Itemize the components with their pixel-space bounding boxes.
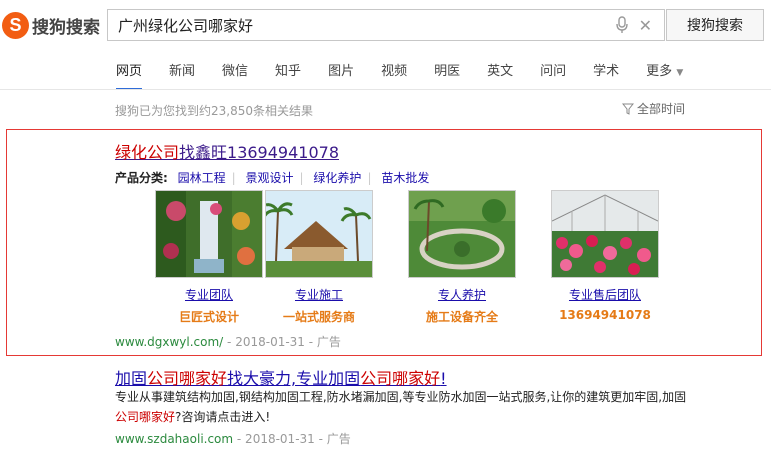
tile-caption: 13694941078	[559, 308, 651, 322]
tab-web[interactable]: 网页	[116, 60, 143, 90]
ad-url[interactable]: www.dgxwyl.com/	[115, 335, 223, 349]
ad-title-highlight: 绿化公司	[115, 143, 180, 162]
divider: |	[299, 171, 304, 185]
tab-images[interactable]: 图片	[328, 60, 354, 79]
image-tile[interactable]: 专业施工 一站式服务商	[265, 190, 373, 324]
title-part: 找大豪力,专业加固	[227, 369, 361, 388]
ad-url-line: www.dgxwyl.com/ - 2018-01-31 - 广告	[115, 333, 341, 350]
category-row: 产品分类: 园林工程 | 景观设计 | 绿化养护 | 苗木批发	[115, 169, 435, 186]
filter-icon	[622, 103, 634, 115]
category-link[interactable]: 绿化养护	[313, 171, 361, 185]
greenhouse-flowers-image[interactable]	[551, 190, 659, 278]
result2-ad-label: 广告	[326, 432, 351, 446]
divider: |	[231, 171, 236, 185]
caret-down-icon: ▼	[676, 68, 684, 78]
title-highlight: 公司哪家好	[147, 369, 228, 388]
ad-title-rest: 找鑫旺13694941078	[179, 143, 339, 162]
result2-url[interactable]: www.szdahaoli.com	[115, 432, 233, 446]
category-link[interactable]: 园林工程	[178, 171, 226, 185]
search-box: ✕	[107, 9, 665, 41]
title-part: !	[440, 369, 447, 388]
desc-part: ?咨询请点击进入!	[175, 410, 271, 424]
tab-zhihu[interactable]: 知乎	[275, 60, 301, 79]
sogou-logo[interactable]: S 搜狗搜索	[2, 10, 100, 40]
image-tile[interactable]: 专业团队 巨匠式设计	[155, 190, 263, 324]
vertical-garden-image[interactable]	[155, 190, 263, 278]
tab-wenwen[interactable]: 问问	[540, 60, 566, 79]
desc-highlight: 公司哪家好	[115, 410, 176, 424]
result2-date: - 2018-01-31 -	[233, 432, 327, 446]
microphone-icon[interactable]	[615, 16, 629, 34]
tab-video[interactable]: 视频	[381, 60, 407, 79]
divider: |	[367, 171, 372, 185]
nav-divider	[0, 89, 771, 90]
tile-link[interactable]: 专人养护	[392, 286, 532, 303]
logo-text: 搜狗搜索	[32, 17, 100, 38]
tile-caption: 施工设备齐全	[425, 310, 498, 324]
category-link[interactable]: 苗木批发	[381, 171, 429, 185]
tile-link[interactable]: 专业售后团队	[535, 286, 675, 303]
result2-description: 专业从事建筑结构加固,钢结构加固工程,防水堵漏加固,等专业防水加固一站式服务,让…	[115, 387, 695, 427]
tab-mingyi[interactable]: 明医	[434, 60, 460, 79]
tab-scholar[interactable]: 学术	[593, 60, 619, 79]
tile-link[interactable]: 专业施工	[249, 286, 389, 303]
landscaped-garden-image[interactable]	[408, 190, 516, 278]
category-label: 产品分类:	[115, 171, 168, 185]
ad-result: 绿化公司找鑫旺13694941078 产品分类: 园林工程 | 景观设计 | 绿化养…	[6, 129, 762, 356]
title-part: 加固	[115, 369, 148, 388]
tab-news[interactable]: 新闻	[169, 60, 195, 79]
category-link[interactable]: 景观设计	[246, 171, 294, 185]
ad-date: - 2018-01-31 -	[223, 335, 317, 349]
result2-title-link[interactable]: 加固公司哪家好找大豪力,专业加固公司哪家好!	[115, 365, 447, 389]
tab-more-label: 更多	[646, 64, 673, 79]
ad-label: 广告	[316, 335, 341, 349]
image-tile[interactable]: 专业售后团队 13694941078	[551, 190, 659, 322]
image-tile[interactable]: 专人养护 施工设备齐全	[408, 190, 516, 324]
result-count: 搜狗已为您找到约23,850条相关结果	[115, 104, 313, 118]
search-input[interactable]	[108, 11, 615, 39]
time-filter[interactable]: 全部时间	[622, 100, 685, 117]
tab-more[interactable]: 更多 ▼	[646, 60, 683, 79]
palm-resort-image[interactable]	[265, 190, 373, 278]
tile-caption: 一站式服务商	[282, 310, 355, 324]
nav-tabs: 网页 新闻 微信 知乎 图片 视频 明医 英文 问问 学术 更多 ▼	[116, 60, 710, 90]
tab-english[interactable]: 英文	[487, 60, 513, 79]
desc-part: 专业从事建筑结构加固,钢结构加固工程,防水堵漏加固,等专业防水加固一站式服务,让…	[115, 390, 687, 404]
search-button[interactable]: 搜狗搜索	[666, 9, 764, 41]
result2-url-line: www.szdahaoli.com - 2018-01-31 - 广告	[115, 430, 351, 447]
time-filter-label: 全部时间	[637, 102, 686, 116]
title-highlight: 公司哪家好	[360, 369, 441, 388]
sogou-logo-icon: S	[2, 11, 29, 39]
tab-wechat[interactable]: 微信	[222, 60, 248, 79]
clear-icon[interactable]: ✕	[639, 16, 652, 35]
ad-title-link[interactable]: 绿化公司找鑫旺13694941078	[115, 139, 339, 163]
